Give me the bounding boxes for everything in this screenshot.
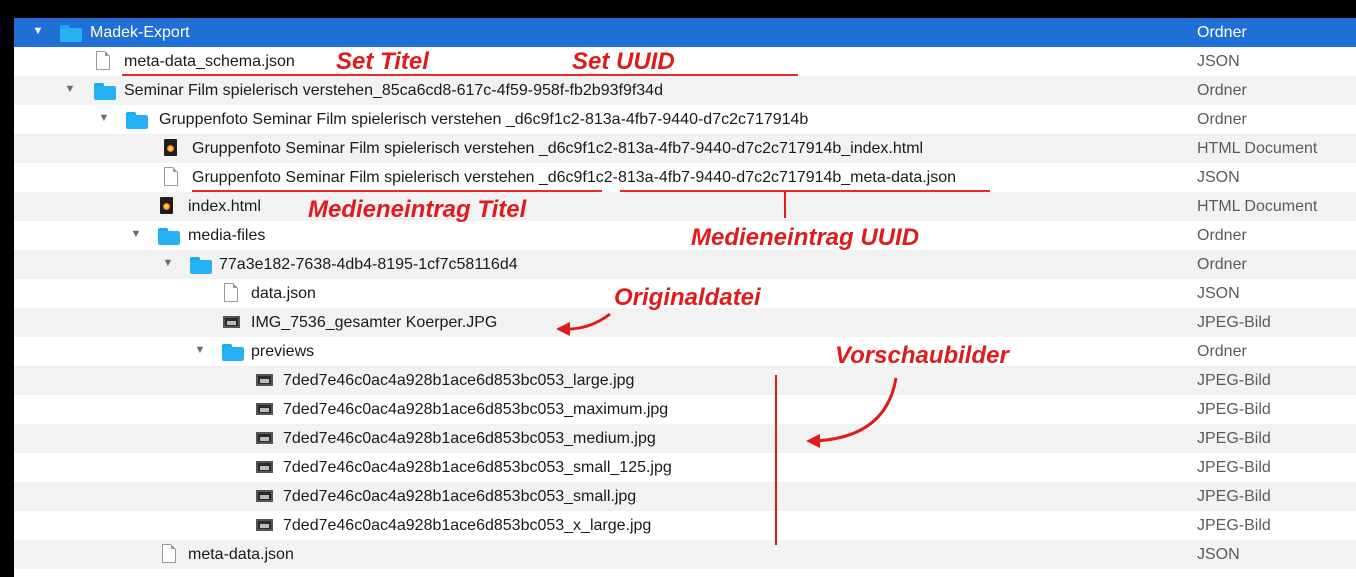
image-file-icon xyxy=(256,490,273,502)
annotation-set-uuid: Set UUID xyxy=(572,48,675,75)
row-kind: Ordner xyxy=(1197,256,1247,273)
row-kind: JPEG-Bild xyxy=(1197,517,1271,534)
folder-icon xyxy=(126,112,148,132)
row-kind: JSON xyxy=(1197,53,1240,70)
list-row[interactable]: meta-data_schema.json JSON xyxy=(14,47,1356,76)
annotation-medieneintrag-titel: Medieneintrag Titel xyxy=(308,196,527,223)
list-row[interactable]: 7ded7e46c0ac4a928b1ace6d853bc053_medium.… xyxy=(14,424,1356,453)
folder-icon xyxy=(94,83,116,103)
row-name: 7ded7e46c0ac4a928b1ace6d853bc053_maximum… xyxy=(283,401,669,418)
folder-icon xyxy=(60,25,82,45)
row-name: media-files xyxy=(188,227,266,244)
row-kind: JPEG-Bild xyxy=(1197,314,1271,331)
row-name: 7ded7e46c0ac4a928b1ace6d853bc053_x_large… xyxy=(283,517,652,534)
disclosure-triangle-icon[interactable]: ▼ xyxy=(64,83,76,95)
list-row[interactable]: ▼ previews Ordner xyxy=(14,337,1356,366)
image-file-icon xyxy=(256,374,273,386)
row-kind: Ordner xyxy=(1197,82,1247,99)
row-kind: HTML Document xyxy=(1197,198,1318,215)
row-kind: HTML Document xyxy=(1197,140,1318,157)
list-row[interactable]: 7ded7e46c0ac4a928b1ace6d853bc053_small.j… xyxy=(14,482,1356,511)
list-row[interactable]: 7ded7e46c0ac4a928b1ace6d853bc053_large.j… xyxy=(14,366,1356,395)
annotation-originaldatei: Originaldatei xyxy=(614,284,761,311)
disclosure-triangle-icon[interactable]: ▼ xyxy=(32,25,44,37)
annotation-set-titel: Set Titel xyxy=(336,48,429,75)
row-name: index.html xyxy=(188,198,261,215)
disclosure-triangle-icon[interactable]: ▼ xyxy=(162,257,174,269)
list-row[interactable]: 7ded7e46c0ac4a928b1ace6d853bc053_x_large… xyxy=(14,511,1356,540)
html-file-icon xyxy=(160,197,173,214)
disclosure-triangle-icon[interactable]: ▼ xyxy=(194,344,206,356)
row-kind: JPEG-Bild xyxy=(1197,430,1271,447)
html-file-icon xyxy=(164,139,177,156)
row-name: Seminar Film spielerisch verstehen_85ca6… xyxy=(124,82,663,99)
list-row[interactable]: ▼ Seminar Film spielerisch verstehen_85c… xyxy=(14,76,1356,105)
row-kind: JPEG-Bild xyxy=(1197,401,1271,418)
row-kind: JPEG-Bild xyxy=(1197,372,1271,389)
row-kind: JSON xyxy=(1197,546,1240,563)
row-name: Madek-Export xyxy=(90,24,190,41)
row-name: meta-data_schema.json xyxy=(124,53,295,70)
row-kind: Ordner xyxy=(1197,343,1247,360)
list-row[interactable]: 7ded7e46c0ac4a928b1ace6d853bc053_small_1… xyxy=(14,453,1356,482)
row-kind: Ordner xyxy=(1197,24,1247,41)
row-name: IMG_7536_gesamter Koerper.JPG xyxy=(251,314,498,331)
list-row[interactable]: Gruppenfoto Seminar Film spielerisch ver… xyxy=(14,163,1356,192)
image-file-icon xyxy=(256,519,273,531)
image-file-icon xyxy=(223,316,240,328)
annotation-vorschaubilder: Vorschaubilder xyxy=(835,342,1009,369)
row-name: Gruppenfoto Seminar Film spielerisch ver… xyxy=(192,140,924,157)
row-name: data.json xyxy=(251,285,316,302)
row-name: Gruppenfoto Seminar Film spielerisch ver… xyxy=(159,111,809,128)
image-file-icon xyxy=(256,403,273,415)
list-row-madek-export[interactable]: ▼ Madek-Export Ordner xyxy=(14,18,1356,47)
list-row[interactable]: 7ded7e46c0ac4a928b1ace6d853bc053_maximum… xyxy=(14,395,1356,424)
folder-icon xyxy=(222,344,244,364)
row-kind: Ordner xyxy=(1197,227,1247,244)
image-file-icon xyxy=(256,432,273,444)
row-kind: JPEG-Bild xyxy=(1197,488,1271,505)
row-name: previews xyxy=(251,343,315,360)
row-name: meta-data.json xyxy=(188,546,294,563)
annotation-underline xyxy=(122,74,798,76)
list-row[interactable]: index.html HTML Document xyxy=(14,192,1356,221)
row-kind: JSON xyxy=(1197,169,1240,186)
list-row[interactable]: ▼ media-files Ordner xyxy=(14,221,1356,250)
disclosure-triangle-icon[interactable]: ▼ xyxy=(98,112,110,124)
document-icon xyxy=(164,167,178,186)
row-name: 7ded7e46c0ac4a928b1ace6d853bc053_large.j… xyxy=(283,372,635,389)
annotation-underline xyxy=(620,190,990,192)
row-kind: Ordner xyxy=(1197,111,1247,128)
row-kind: JSON xyxy=(1197,285,1240,302)
row-name: 7ded7e46c0ac4a928b1ace6d853bc053_small.j… xyxy=(283,488,637,505)
annotation-medieneintrag-uuid: Medieneintrag UUID xyxy=(691,224,920,251)
list-row[interactable]: Gruppenfoto Seminar Film spielerisch ver… xyxy=(14,134,1356,163)
annotation-underline xyxy=(192,190,602,192)
list-row[interactable]: meta-data.json JSON xyxy=(14,540,1356,569)
row-name: Gruppenfoto Seminar Film spielerisch ver… xyxy=(192,169,957,186)
list-row[interactable]: ▼ 77a3e182-7638-4db4-8195-1cf7c58116d4 O… xyxy=(14,250,1356,279)
row-kind: JPEG-Bild xyxy=(1197,459,1271,476)
document-icon xyxy=(162,544,176,563)
folder-icon xyxy=(190,257,212,277)
document-icon xyxy=(224,283,238,302)
row-name: 77a3e182-7638-4db4-8195-1cf7c58116d4 xyxy=(219,256,518,273)
image-file-icon xyxy=(256,461,273,473)
row-name: 7ded7e46c0ac4a928b1ace6d853bc053_medium.… xyxy=(283,430,656,447)
folder-icon xyxy=(158,228,180,248)
disclosure-triangle-icon[interactable]: ▼ xyxy=(130,228,142,240)
document-icon xyxy=(96,51,110,70)
row-name: 7ded7e46c0ac4a928b1ace6d853bc053_small_1… xyxy=(283,459,672,476)
list-row[interactable]: ▼ Gruppenfoto Seminar Film spielerisch v… xyxy=(14,105,1356,134)
list-row[interactable]: IMG_7536_gesamter Koerper.JPG JPEG-Bild xyxy=(14,308,1356,337)
finder-list-view: ▼ Madek-Export Ordner meta-data_schema.j… xyxy=(14,18,1356,577)
